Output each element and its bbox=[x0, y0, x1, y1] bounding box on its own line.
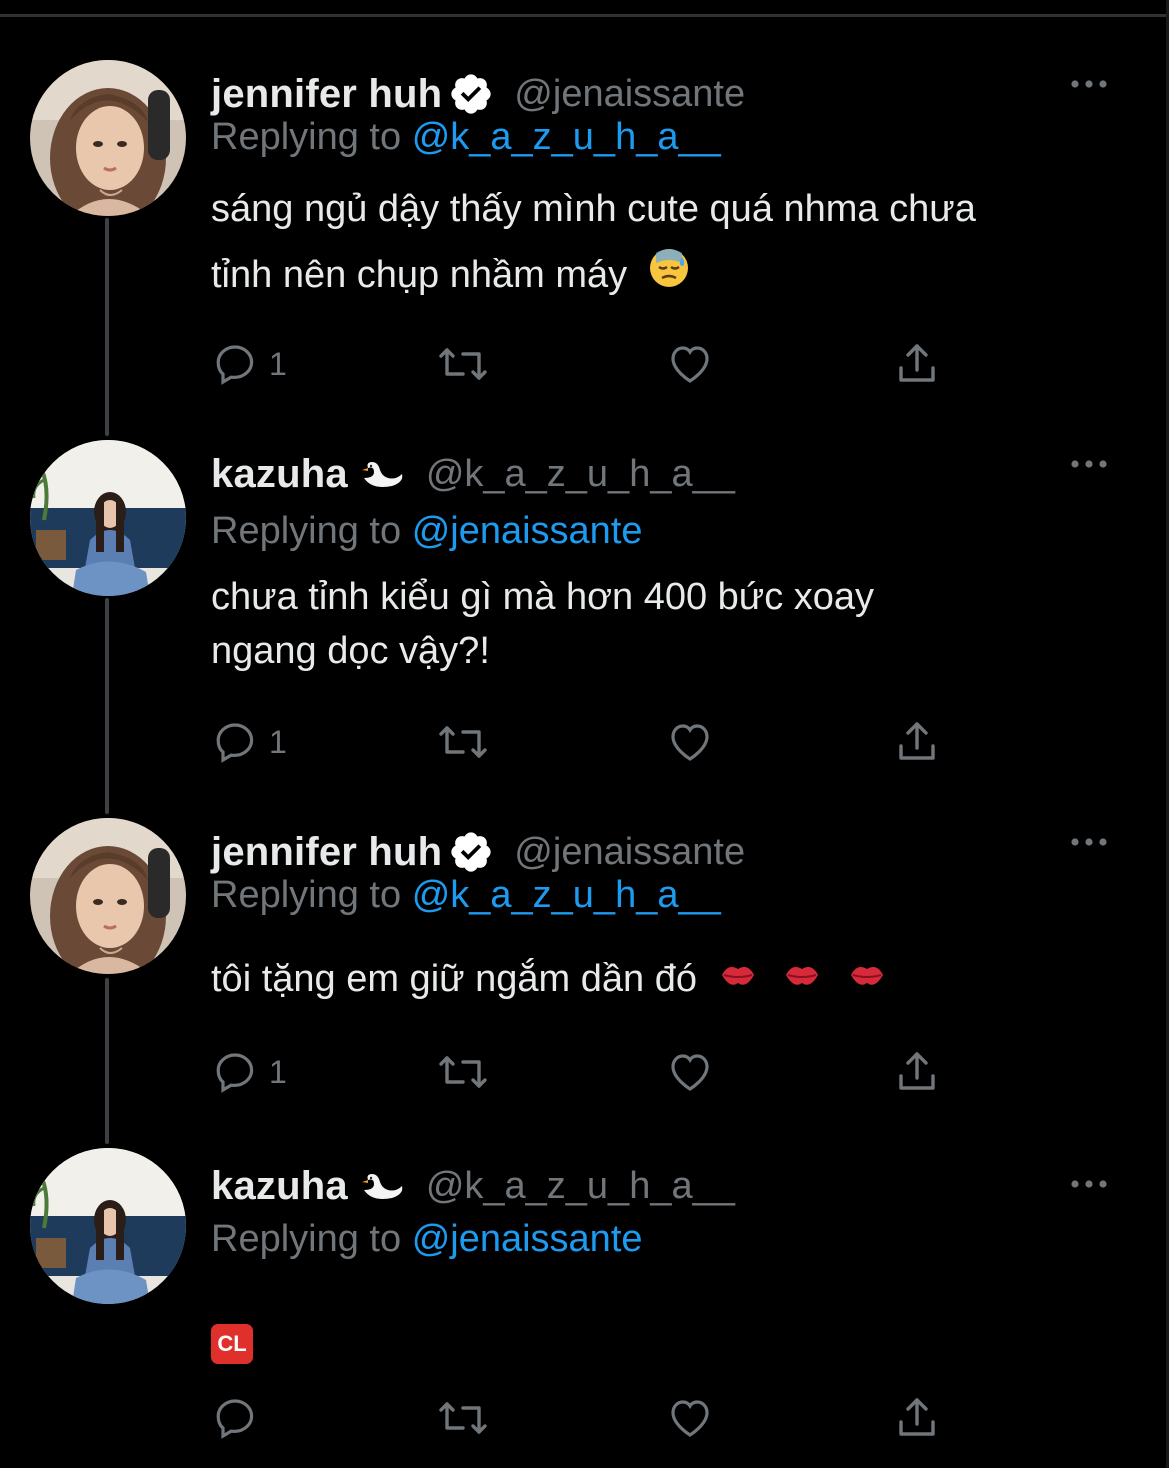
tweet-text: chưa tỉnh kiểu gì mà hơn 400 bức xoay ng… bbox=[211, 570, 1111, 678]
kiss-mark-emoji bbox=[847, 948, 887, 1014]
reply-icon bbox=[216, 1399, 254, 1439]
retweet-icon bbox=[439, 1056, 487, 1088]
share-button[interactable] bbox=[893, 336, 941, 392]
reply-button[interactable]: 1 bbox=[211, 714, 287, 770]
like-button[interactable] bbox=[665, 1044, 715, 1100]
like-icon bbox=[671, 1400, 709, 1437]
tweet-text-line: ngang dọc vậy?! bbox=[211, 630, 490, 672]
verified-badge-icon bbox=[448, 829, 494, 875]
author-name[interactable]: kazuha bbox=[211, 452, 348, 497]
mention-link[interactable]: @k_a_z_u_h_a__ bbox=[412, 116, 721, 158]
retweet-icon bbox=[439, 348, 487, 380]
retweet-button[interactable] bbox=[437, 1390, 489, 1446]
replying-prefix: Replying to bbox=[211, 116, 402, 158]
share-icon bbox=[899, 1052, 935, 1090]
mention-link[interactable]: @jenaissante bbox=[412, 510, 643, 552]
share-icon bbox=[899, 1398, 935, 1436]
replying-to: Replying to @k_a_z_u_h_a__ bbox=[211, 874, 721, 917]
author-name[interactable]: kazuha bbox=[211, 1164, 348, 1209]
cl-button-emoji: CL bbox=[211, 1324, 253, 1364]
tweet-header: jennifer huh @jenaissante bbox=[211, 824, 745, 880]
retweet-button[interactable] bbox=[437, 714, 489, 770]
reply-icon bbox=[216, 723, 254, 763]
avatar-kazuha bbox=[30, 440, 186, 596]
verified-badge-icon bbox=[448, 71, 494, 117]
mention-link[interactable]: @k_a_z_u_h_a__ bbox=[412, 874, 721, 916]
retweet-icon bbox=[439, 726, 487, 758]
tweet-text-line-wrap: tỉnh nên chụp nhầm máy bbox=[211, 242, 1111, 310]
avatar[interactable] bbox=[30, 818, 186, 974]
reply-count: 1 bbox=[269, 723, 287, 760]
tweet[interactable]: jennifer huh @jenaissante Replying to @k… bbox=[0, 818, 1169, 1118]
reply-icon bbox=[216, 1053, 254, 1093]
more-dots-icon[interactable] bbox=[1069, 1174, 1109, 1194]
like-icon bbox=[671, 346, 709, 383]
tweet[interactable]: kazuha @k_a_z_u_h_a__ Replying to @jenai… bbox=[0, 440, 1169, 780]
tweet-header: jennifer huh @jenaissante bbox=[211, 66, 745, 122]
reply-icon bbox=[216, 345, 254, 385]
like-button[interactable] bbox=[665, 336, 715, 392]
reply-button[interactable] bbox=[211, 1390, 269, 1446]
reply-count: 1 bbox=[269, 345, 287, 382]
tweet-text-line: tôi tặng em giữ ngắm dần đó bbox=[211, 958, 697, 1000]
tweet-thread: jennifer huh @jenaissante Replying to @k… bbox=[0, 0, 1169, 1468]
reply-button[interactable]: 1 bbox=[211, 1044, 287, 1100]
tweet-text-line: chưa tỉnh kiểu gì mà hơn 400 bức xoay bbox=[211, 576, 875, 618]
mention-link[interactable]: @jenaissante bbox=[412, 1218, 643, 1260]
swan-emoji bbox=[358, 1168, 406, 1204]
avatar[interactable] bbox=[30, 1148, 186, 1304]
like-icon bbox=[671, 724, 709, 761]
avatar-jennifer bbox=[30, 60, 186, 216]
replying-prefix: Replying to bbox=[211, 874, 402, 916]
tweet-header: kazuha @k_a_z_u_h_a__ bbox=[211, 446, 735, 502]
more-dots-icon[interactable] bbox=[1069, 832, 1109, 852]
share-icon bbox=[899, 722, 935, 760]
author-handle[interactable]: @jenaissante bbox=[514, 831, 745, 874]
tweet-text-line: sáng ngủ dậy thấy mình cute quá nhma chư… bbox=[211, 188, 976, 230]
replying-to: Replying to @k_a_z_u_h_a__ bbox=[211, 116, 721, 159]
like-icon bbox=[671, 1054, 709, 1091]
author-name[interactable]: jennifer huh bbox=[211, 72, 442, 117]
replying-to: Replying to @jenaissante bbox=[211, 1218, 643, 1261]
tweet-actions: 1 bbox=[211, 336, 971, 392]
avatar[interactable] bbox=[30, 60, 186, 216]
replying-prefix: Replying to bbox=[211, 1218, 402, 1260]
author-handle[interactable]: @jenaissante bbox=[514, 73, 745, 116]
share-button[interactable] bbox=[893, 714, 941, 770]
kiss-mark-emoji bbox=[782, 948, 822, 1014]
swan-emoji bbox=[358, 456, 406, 492]
tweet-actions bbox=[211, 1390, 971, 1446]
replying-prefix: Replying to bbox=[211, 510, 402, 552]
tweet-text-line: tỉnh nên chụp nhầm máy bbox=[211, 254, 628, 296]
tweet[interactable]: jennifer huh @jenaissante Replying to @k… bbox=[0, 60, 1169, 400]
share-icon bbox=[899, 344, 935, 382]
retweet-button[interactable] bbox=[437, 336, 489, 392]
tweet-header: kazuha @k_a_z_u_h_a__ bbox=[211, 1158, 735, 1214]
avatar-jennifer bbox=[30, 818, 186, 974]
like-button[interactable] bbox=[665, 714, 715, 770]
more-dots-icon[interactable] bbox=[1069, 74, 1109, 94]
tweet-text: tôi tặng em giữ ngắm dần đó bbox=[211, 946, 1111, 1014]
tweet-actions: 1 bbox=[211, 714, 971, 770]
downcast-face-with-sweat-emoji bbox=[648, 244, 690, 310]
replying-to: Replying to @jenaissante bbox=[211, 510, 643, 553]
retweet-icon bbox=[439, 1402, 487, 1434]
author-handle[interactable]: @k_a_z_u_h_a__ bbox=[426, 1165, 735, 1208]
author-handle[interactable]: @k_a_z_u_h_a__ bbox=[426, 453, 735, 496]
reply-count: 1 bbox=[269, 1053, 287, 1090]
more-dots-icon[interactable] bbox=[1069, 454, 1109, 474]
avatar-kazuha bbox=[30, 1148, 186, 1304]
tweet[interactable]: kazuha @k_a_z_u_h_a__ Replying to @jenai… bbox=[0, 1148, 1169, 1448]
share-button[interactable] bbox=[893, 1390, 941, 1446]
kiss-mark-emoji bbox=[718, 948, 758, 1014]
tweet-text: sáng ngủ dậy thấy mình cute quá nhma chư… bbox=[211, 176, 1111, 310]
retweet-button[interactable] bbox=[437, 1044, 489, 1100]
author-name[interactable]: jennifer huh bbox=[211, 830, 442, 875]
like-button[interactable] bbox=[665, 1390, 715, 1446]
tweet-actions: 1 bbox=[211, 1044, 971, 1100]
avatar[interactable] bbox=[30, 440, 186, 596]
tweet-text: CL bbox=[211, 1306, 1111, 1372]
share-button[interactable] bbox=[893, 1044, 941, 1100]
reply-button[interactable]: 1 bbox=[211, 336, 287, 392]
